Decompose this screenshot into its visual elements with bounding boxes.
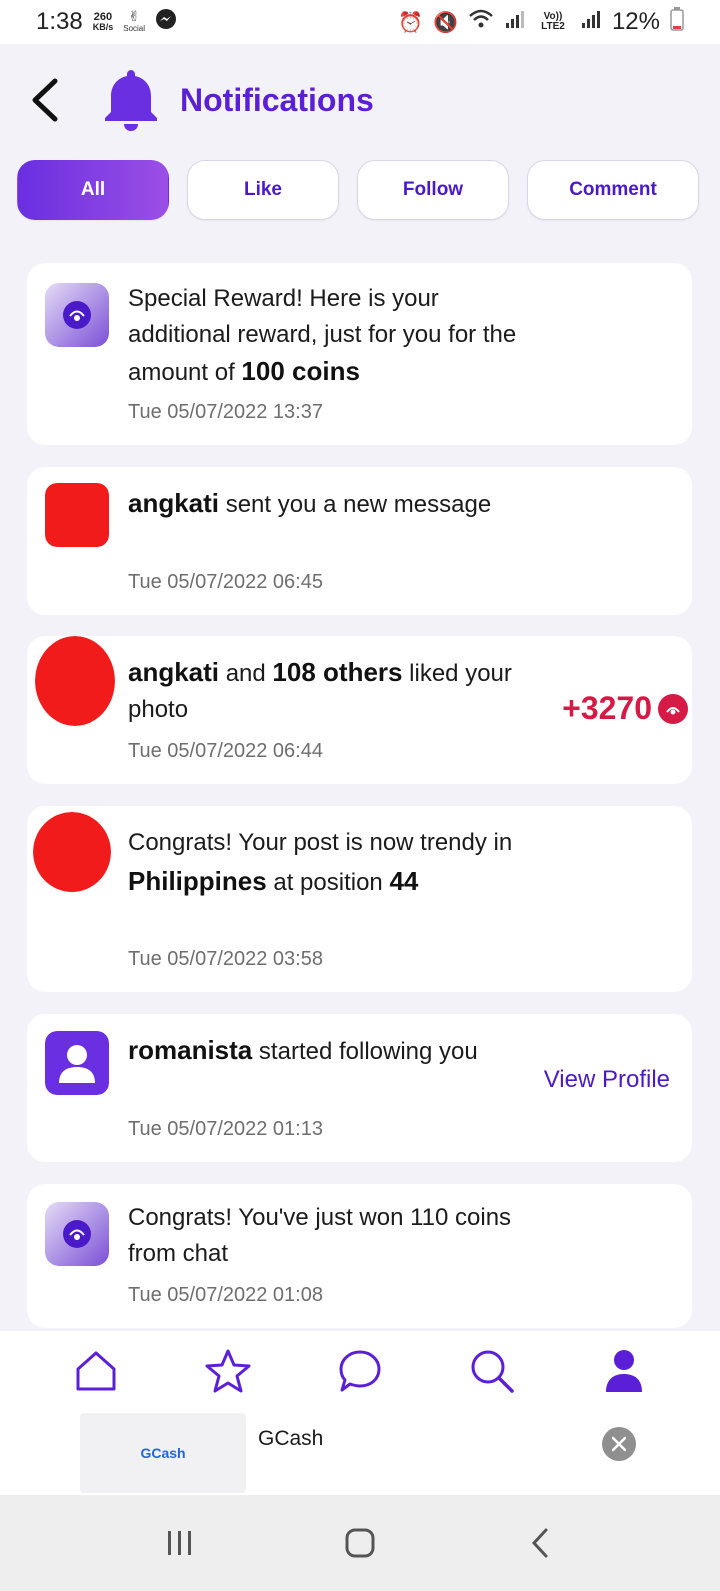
page-title: Notifications (180, 81, 374, 118)
nav-chat-button[interactable] (330, 1341, 390, 1401)
status-right: ⏰ 🔇 Vo)) LTE2 12% (398, 6, 684, 38)
nav-home-button[interactable] (66, 1341, 126, 1401)
system-nav-bar (0, 1495, 720, 1591)
back-system-icon (531, 1528, 548, 1558)
notification-time: Tue 05/07/2022 06:44 (128, 740, 323, 762)
status-bar: 1:38 260 KB/s ✌ Social ⏰ 🔇 Vo)) LTE2 12% (0, 0, 720, 44)
ad-title[interactable]: GCash (258, 1427, 323, 1451)
nav-profile-button[interactable] (594, 1341, 654, 1401)
status-time: 1:38 (36, 8, 83, 35)
messenger-icon (155, 8, 177, 37)
battery-icon (670, 6, 684, 38)
avatar[interactable] (45, 483, 109, 547)
notification-text: romanista started following you (128, 1032, 528, 1070)
battery-percent: 12% (611, 8, 660, 35)
notification-card-chat-coins[interactable]: Congrats! You've just won 110 coins from… (27, 1184, 692, 1328)
notification-text: angkati sent you a new message (128, 485, 528, 523)
network-speed: 260 KB/s (92, 12, 114, 33)
signal-icon (504, 8, 526, 37)
notification-card-reward[interactable]: Special Reward! Here is your additional … (27, 263, 692, 445)
user-icon (59, 1045, 95, 1083)
notification-text: Special Reward! Here is your additional … (128, 281, 528, 391)
notification-text: Congrats! Your post is now trendy in Phi… (128, 824, 528, 902)
speed-unit: KB/s (92, 22, 114, 32)
home-system-button[interactable] (330, 1513, 390, 1573)
username[interactable]: angkati (128, 488, 219, 518)
trending-text: Congrats! Your post is now trendy in (128, 829, 513, 856)
ad-banner[interactable]: GCash GCash (0, 1411, 720, 1495)
app-logo-icon (45, 1202, 109, 1266)
search-icon (471, 1350, 514, 1393)
coin-icon (658, 693, 688, 724)
avatar[interactable] (35, 636, 115, 726)
profile-icon (606, 1350, 642, 1392)
notification-card-trending[interactable]: Congrats! Your post is now trendy in Phi… (27, 806, 692, 992)
social-app-icon: ✌ Social (123, 7, 146, 33)
notification-text: angkati and 108 others liked your photo (128, 654, 528, 728)
tab-like[interactable]: Like (187, 160, 339, 220)
chat-bubble-icon (339, 1350, 381, 1392)
bell-icon (105, 70, 157, 131)
home-icon (76, 1351, 116, 1391)
back-button[interactable] (24, 70, 64, 130)
message-text: sent you a new message (219, 491, 492, 518)
filter-tabs: All Like Follow Comment (17, 160, 699, 220)
user-avatar[interactable] (45, 1031, 109, 1095)
tab-follow[interactable]: Follow (357, 160, 509, 220)
notification-text: Congrats! You've just won 110 coins from… (128, 1204, 512, 1267)
tab-comment[interactable]: Comment (527, 160, 699, 220)
notification-card-likes[interactable]: angkati and 108 others liked your photo … (27, 636, 692, 784)
network-label: Vo)) LTE2 (541, 11, 565, 32)
trending-mid-text: at position (266, 869, 390, 896)
notification-card-message[interactable]: angkati sent you a new message Tue 05/07… (27, 467, 692, 615)
likes-mid-text: and (219, 660, 273, 687)
social-label: Social (123, 23, 146, 33)
notification-time: Tue 05/07/2022 06:45 (128, 571, 323, 593)
notification-time: Tue 05/07/2022 01:13 (128, 1118, 323, 1140)
trending-position: 44 (389, 866, 419, 896)
ad-close-button[interactable] (602, 1427, 636, 1461)
follow-text: started following you (252, 1038, 478, 1065)
trending-country: Philippines (128, 866, 267, 896)
post-thumbnail[interactable] (33, 812, 111, 892)
username[interactable]: romanista (128, 1035, 252, 1065)
coins-earned-badge: +3270 (562, 690, 688, 727)
ad-thumbnail[interactable]: GCash (80, 1413, 246, 1493)
alarm-icon: ⏰ (398, 11, 424, 34)
wifi-icon (468, 8, 494, 37)
back-arrow-icon (32, 78, 58, 122)
recent-apps-icon (168, 1531, 191, 1555)
header: Notifications (0, 60, 720, 140)
view-profile-link[interactable]: View Profile (544, 1066, 670, 1094)
close-icon (611, 1436, 627, 1452)
bottom-nav (0, 1331, 720, 1411)
others-count: 108 others (272, 657, 403, 687)
ad-thumb-label: GCash (140, 1445, 186, 1461)
back-system-button[interactable] (510, 1513, 570, 1573)
nav-favorites-button[interactable] (198, 1341, 258, 1401)
username[interactable]: angkati (128, 657, 219, 687)
star-icon (205, 1349, 251, 1393)
status-left: 1:38 260 KB/s ✌ Social (36, 8, 177, 37)
reward-amount: 100 coins (241, 356, 360, 386)
notification-card-follow[interactable]: romanista started following you View Pro… (27, 1014, 692, 1162)
notification-time: Tue 05/07/2022 01:08 (128, 1284, 323, 1306)
mute-icon: 🔇 (433, 11, 458, 34)
tab-all[interactable]: All (17, 160, 169, 220)
signal2-icon (580, 8, 602, 37)
nav-search-button[interactable] (462, 1341, 522, 1401)
recent-apps-button[interactable] (150, 1513, 210, 1573)
notification-time: Tue 05/07/2022 03:58 (128, 948, 323, 970)
app-logo-icon (45, 283, 109, 347)
coins-amount: +3270 (562, 690, 652, 726)
notification-time: Tue 05/07/2022 13:37 (128, 401, 323, 423)
home-system-icon (345, 1528, 375, 1558)
